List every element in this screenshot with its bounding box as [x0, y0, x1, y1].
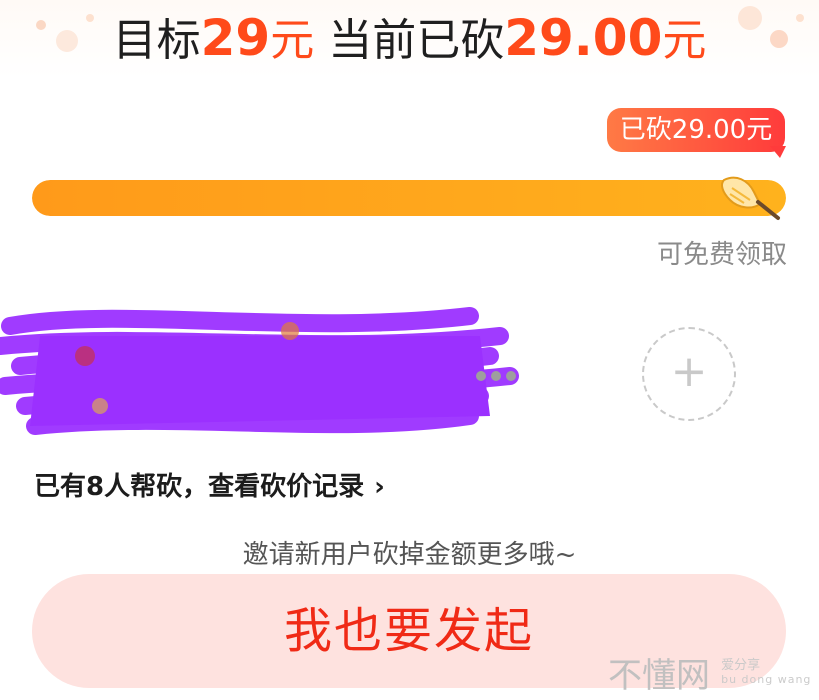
target-amount: 29	[200, 9, 271, 67]
helper-avatars	[0, 296, 520, 446]
more-helpers-icon[interactable]	[476, 366, 526, 382]
site-watermark: 不懂网 爱分享 bu dong wang	[608, 648, 812, 696]
free-claim-status: 可免费领取	[656, 240, 787, 270]
invite-tip: 邀请新用户砍掉金额更多哦~	[242, 540, 577, 570]
add-helper-button[interactable]: +	[642, 327, 736, 421]
bargain-progress-bar	[32, 180, 786, 216]
redaction-scribble	[0, 307, 519, 435]
watermark-sub: 爱分享 bu dong wang	[721, 657, 812, 687]
current-unit: 元	[662, 15, 707, 66]
bargain-page: 目标29元 当前已砍29.00元 已砍29.00元 可免费领取 + 已有8人帮砍，…	[0, 0, 819, 700]
watermark-line1: 爱分享	[721, 657, 761, 673]
watermark-main: 不懂网	[608, 656, 710, 696]
current-amount: 29.00	[504, 9, 663, 67]
target-prefix: 目标	[112, 15, 201, 66]
progress-fill	[32, 180, 786, 216]
bargained-amount-badge: 已砍29.00元	[607, 108, 785, 152]
chevron-right-icon: ›	[374, 472, 385, 502]
bargain-record-text: 已有8人帮砍，查看砍价记录	[34, 472, 365, 502]
knife-icon	[721, 176, 780, 220]
badge-tail	[770, 146, 786, 158]
target-unit: 元	[270, 15, 315, 66]
bargain-record-link[interactable]: 已有8人帮砍，查看砍价记录 ›	[34, 466, 385, 503]
current-prefix: 当前已砍	[328, 15, 505, 66]
watermark-line2: bu dong wang	[721, 672, 812, 686]
bargain-headline: 目标29元 当前已砍29.00元	[0, 6, 819, 73]
